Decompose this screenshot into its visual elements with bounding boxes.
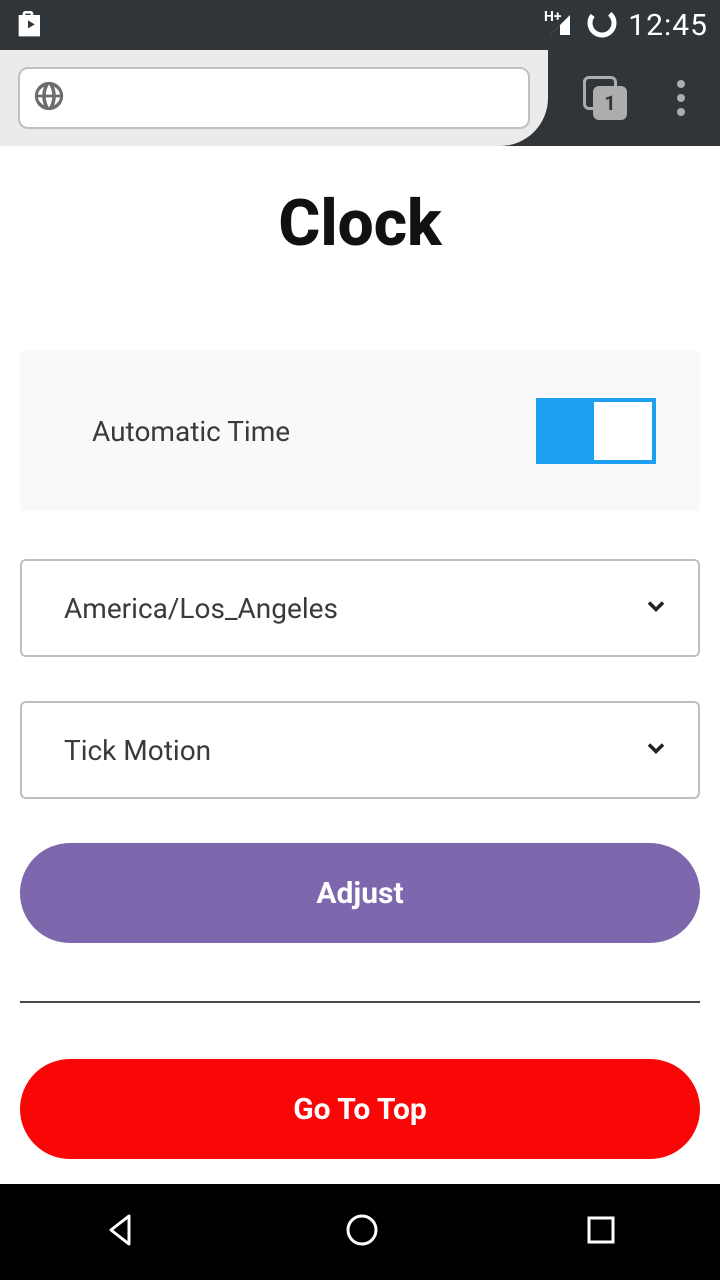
overflow-menu-button[interactable] (677, 80, 685, 116)
browser-toolbar: 1 (0, 50, 720, 146)
motion-value: Tick Motion (64, 734, 211, 767)
motion-select[interactable]: Tick Motion (20, 701, 700, 799)
timezone-value: America/Los_Angeles (64, 592, 338, 625)
globe-icon (32, 79, 66, 117)
svg-text:H+: H+ (544, 9, 562, 25)
page-content: Clock Automatic Time America/Los_Angeles… (0, 186, 720, 1159)
automatic-time-label: Automatic Time (92, 415, 290, 448)
android-status-bar: H+ 12:45 (0, 0, 720, 50)
chevron-down-icon (642, 734, 670, 766)
adjust-button-label: Adjust (316, 876, 403, 911)
chevron-down-icon (642, 592, 670, 624)
home-button[interactable] (340, 1208, 384, 1256)
overview-button[interactable] (581, 1210, 621, 1254)
back-button[interactable] (99, 1208, 143, 1256)
play-store-icon (12, 7, 44, 43)
divider (20, 1001, 700, 1003)
timezone-select[interactable]: America/Los_Angeles (20, 559, 700, 657)
tabs-button[interactable]: 1 (583, 76, 627, 120)
toggle-knob (594, 402, 652, 460)
android-nav-bar (0, 1184, 720, 1280)
go-to-top-label: Go To Top (293, 1092, 427, 1127)
automatic-time-row: Automatic Time (20, 351, 700, 511)
status-time: 12:45 (628, 8, 708, 43)
go-to-top-button[interactable]: Go To Top (20, 1059, 700, 1159)
url-bar[interactable] (18, 67, 530, 129)
network-hplus-icon: H+ (544, 9, 576, 41)
adjust-button[interactable]: Adjust (20, 843, 700, 943)
loading-spinner-icon (586, 7, 618, 43)
tab-count: 1 (593, 86, 627, 120)
page-title: Clock (20, 186, 700, 261)
automatic-time-toggle[interactable] (536, 398, 656, 464)
